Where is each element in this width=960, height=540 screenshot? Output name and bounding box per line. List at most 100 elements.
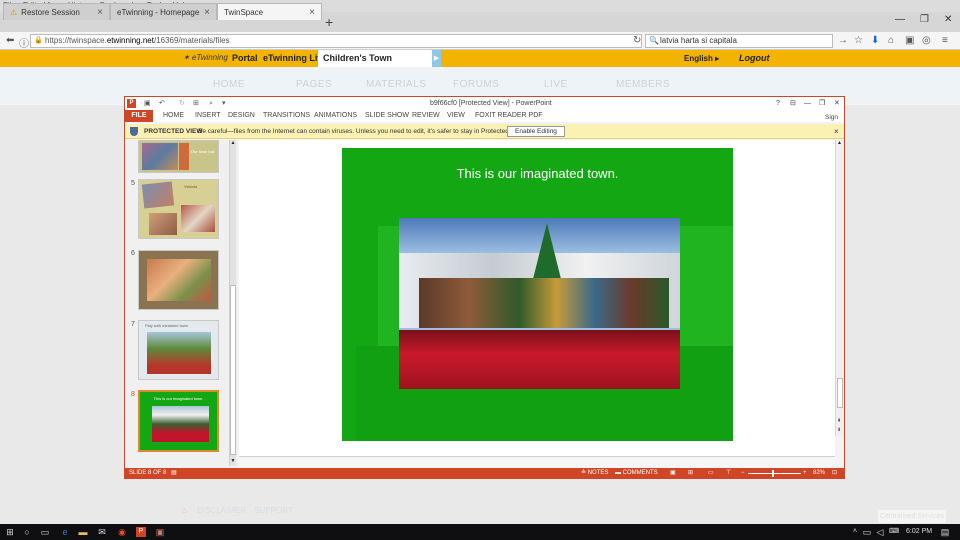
nav-home[interactable]: HOME	[213, 79, 245, 90]
tray-chevron-icon[interactable]: ˄	[850, 527, 860, 537]
ribbon-tab-home[interactable]: HOME	[163, 110, 184, 122]
close-icon[interactable]: ×	[204, 7, 210, 18]
ribbon-tab-review[interactable]: REVIEW	[412, 110, 440, 122]
ppt-close-icon[interactable]: ✕	[834, 97, 840, 110]
ribbon-tab-file[interactable]: FILE	[125, 110, 153, 122]
fit-to-window-icon[interactable]: ⊡	[832, 468, 837, 479]
scroll-down-arrow[interactable]: ▼	[230, 458, 236, 464]
zoom-out-icon[interactable]: −	[741, 468, 745, 479]
save-icon[interactable]: ▣	[144, 97, 151, 110]
edge-icon[interactable]: e	[60, 527, 70, 537]
new-tab-icon[interactable]: +	[325, 14, 333, 30]
slide-thumbnail-5[interactable]: Victoria	[138, 179, 219, 239]
thumbnail-scrollbar[interactable]: ▲ ▼	[229, 140, 236, 466]
slide-thumbnail-4[interactable]: Our town hall	[138, 140, 219, 173]
nav-materials[interactable]: MATERIALS	[366, 79, 426, 90]
start-slideshow-icon[interactable]: ⊞	[193, 97, 199, 110]
close-window-icon[interactable]: ✕	[944, 14, 952, 25]
zoom-slider[interactable]	[748, 470, 801, 477]
etwinning-logo[interactable]: ✶ eTwinning	[183, 53, 228, 62]
sync-icon[interactable]: ◎	[922, 35, 931, 46]
project-arrow-button[interactable]: ▶	[432, 50, 441, 67]
minimize-icon[interactable]: —	[895, 14, 905, 25]
tab-etwinning-homepage[interactable]: eTwinning - Homepage ×	[110, 3, 217, 20]
scroll-up-arrow[interactable]: ▲	[230, 140, 236, 146]
close-bar-icon[interactable]: ×	[834, 124, 839, 139]
home-icon[interactable]: ⌂	[888, 35, 894, 46]
scroll-thumb[interactable]	[837, 378, 843, 408]
mail-icon[interactable]: ✉	[97, 527, 107, 537]
search-input[interactable]: 🔍 latvia harta si capitala	[645, 34, 833, 48]
slide-thumbnail-8-selected[interactable]: This is our imaginated town.	[138, 390, 219, 452]
ribbon-tab-view[interactable]: VIEW	[447, 110, 465, 122]
slide-thumbnail-7[interactable]: Play with miniature town	[138, 320, 219, 380]
nav-members[interactable]: MEMBERS	[616, 79, 670, 90]
close-icon[interactable]: ×	[97, 7, 103, 18]
language-indicator[interactable]: ⌨	[889, 527, 899, 537]
ribbon-tab-insert[interactable]: INSERT	[195, 110, 221, 122]
info-icon[interactable]: ⓘ	[19, 35, 29, 50]
undo-icon[interactable]: ↶	[159, 97, 165, 110]
maximize-icon[interactable]: ❐	[920, 14, 929, 25]
zoom-slider-handle[interactable]	[772, 470, 774, 477]
tab-restore-session[interactable]: ⚠ Restore Session ×	[3, 3, 110, 20]
firefox-icon[interactable]: ◉	[117, 527, 127, 537]
ppt-minimize-icon[interactable]: —	[804, 97, 811, 110]
nav-live[interactable]: LIVE	[544, 79, 568, 90]
clock[interactable]: 6:02 PM	[906, 528, 932, 535]
enable-editing-button[interactable]: Enable Editing	[507, 126, 565, 137]
ribbon-tab-foxit[interactable]: FOXIT READER PDF	[475, 110, 543, 122]
ribbon-tab-animations[interactable]: ANIMATIONS	[314, 110, 357, 122]
ribbon-display-icon[interactable]: ⊟	[790, 97, 796, 110]
foxit-icon[interactable]: ▣	[155, 527, 165, 537]
reload-icon[interactable]: ↻	[633, 35, 641, 46]
reading-view-icon[interactable]: ▭	[708, 468, 714, 479]
ribbon-tab-transitions[interactable]: TRANSITIONS	[263, 110, 310, 122]
current-slide[interactable]: This is our imaginated town.	[342, 148, 733, 441]
comments-button[interactable]: ▬ COMMENTS	[615, 468, 658, 479]
prev-slide-arrow[interactable]: ⇞	[837, 418, 841, 424]
pocket-icon[interactable]: ▣	[905, 35, 914, 46]
redo-icon[interactable]: ↻	[179, 97, 185, 110]
scroll-thumb[interactable]	[230, 285, 236, 455]
network-icon[interactable]: ▭	[862, 527, 872, 537]
logout-link[interactable]: Logout	[739, 53, 770, 63]
file-explorer-icon[interactable]: ▬	[78, 527, 88, 537]
qat-more-icon[interactable]: ▾	[222, 97, 226, 110]
download-icon[interactable]: ⬇	[871, 35, 879, 46]
bookmark-star-icon[interactable]: ☆	[854, 35, 863, 46]
task-view-icon[interactable]: ▭	[40, 527, 50, 537]
next-slide-arrow[interactable]: ⇟	[837, 427, 841, 433]
support-link[interactable]: SUPPORT	[254, 506, 293, 515]
menu-icon[interactable]: ≡	[942, 35, 948, 46]
zoom-in-icon[interactable]: +	[803, 468, 807, 479]
zoom-level[interactable]: 82%	[813, 468, 825, 479]
slide-sorter-icon[interactable]: ⊞	[688, 468, 693, 479]
ppt-maximize-icon[interactable]: ❐	[819, 97, 825, 110]
portal-link[interactable]: Portal	[232, 53, 258, 63]
cortana-icon[interactable]: ○	[22, 527, 32, 537]
back-icon[interactable]: ⬅	[6, 35, 14, 46]
windows-start-icon[interactable]: ⊞	[5, 527, 15, 537]
language-selector[interactable]: English ▸	[684, 54, 719, 63]
notes-pane[interactable]	[239, 456, 835, 468]
edit-scrollbar[interactable]: ▲ ⇞ ⇟	[835, 140, 844, 436]
powerpoint-taskbar-icon[interactable]: P	[136, 527, 146, 537]
normal-view-icon[interactable]: ▣	[670, 468, 676, 479]
slideshow-view-icon[interactable]: ⊤	[726, 468, 731, 479]
slide-thumbnail-6[interactable]	[138, 250, 219, 310]
volume-icon[interactable]: ◁	[875, 527, 885, 537]
spellcheck-icon[interactable]: ▤	[171, 468, 177, 479]
url-bar[interactable]: 🔒 https://twinspace.etwinning.net/16369/…	[30, 34, 642, 48]
action-center-icon[interactable]: ▤	[940, 527, 950, 537]
nav-forums[interactable]: FORUMS	[453, 79, 499, 90]
tab-twinspace[interactable]: TwinSpace ×	[217, 3, 322, 20]
ribbon-tab-slideshow[interactable]: SLIDE SHOW	[365, 110, 409, 122]
help-icon[interactable]: ?	[776, 97, 780, 110]
notes-button[interactable]: ≙ NOTES	[581, 468, 608, 479]
forward-arrow-icon[interactable]: →	[838, 35, 848, 46]
nav-pages[interactable]: PAGES	[296, 79, 332, 90]
ribbon-tab-design[interactable]: DESIGN	[228, 110, 255, 122]
close-icon[interactable]: ×	[309, 7, 315, 18]
disclaimer-link[interactable]: DISCLAIMER	[197, 506, 246, 515]
